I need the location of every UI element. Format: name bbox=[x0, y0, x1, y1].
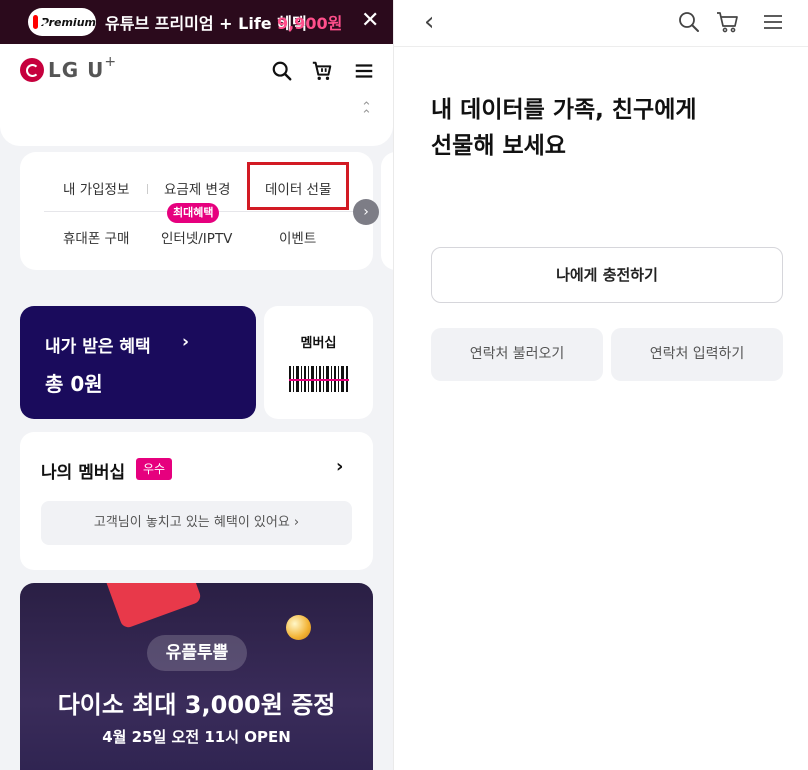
menu-icon[interactable] bbox=[761, 10, 785, 34]
header: LG U + ⌃ ⌃ bbox=[0, 44, 393, 146]
next-menu-card bbox=[381, 152, 393, 270]
lg-uplus-logo[interactable]: LG U + bbox=[20, 54, 116, 82]
event-banner[interactable]: 유플투쁠 다이소 최대 3,000원 증정 4월 25일 오전 11시 OPEN bbox=[20, 583, 373, 770]
charge-self-button[interactable]: 나에게 충전하기 bbox=[431, 247, 783, 303]
close-icon[interactable]: ✕ bbox=[361, 8, 379, 34]
chevron-right-icon[interactable]: › bbox=[336, 456, 343, 477]
membership-barcode-card[interactable]: 멤버십 bbox=[264, 306, 373, 419]
event-title: 다이소 최대 3,000원 증정 bbox=[57, 691, 336, 719]
menu-item-internet-iptv[interactable]: 인터넷/IPTV bbox=[161, 227, 232, 247]
data-gift-panel: ‹ 내 데이터를 가족, 친구에게 선물해 보세요 나에게 충전하기 연락처 불… bbox=[393, 0, 808, 770]
missed-benefit-button[interactable]: 고객님이 놓치고 있는 혜택이 있어요 › bbox=[41, 501, 352, 545]
max-benefit-badge: 최대혜택 bbox=[167, 203, 220, 223]
page-title-line2: 선물해 보세요 bbox=[431, 133, 566, 159]
chevron-right-icon[interactable]: › bbox=[353, 199, 379, 225]
coin-graphic bbox=[286, 615, 311, 640]
cart-icon[interactable] bbox=[311, 60, 333, 82]
header-divider bbox=[394, 46, 808, 47]
event-brand-pill: 유플투쁠 bbox=[147, 635, 247, 671]
menu-separator bbox=[147, 184, 148, 194]
benefit-title: 내가 받은 혜택 bbox=[45, 337, 151, 357]
main-page-panel: Premium 유튜브 프리미엄 + Life 혜택 9,900원 ✕ LG U… bbox=[0, 0, 393, 770]
youtube-icon bbox=[33, 15, 47, 29]
promo-banner[interactable]: Premium 유튜브 프리미엄 + Life 혜택 9,900원 ✕ bbox=[0, 0, 393, 44]
menu-item-plan-change[interactable]: 요금제 변경 bbox=[164, 178, 230, 198]
quick-menu: 내 가입정보 요금제 변경 데이터 선물 최대혜택 휴대폰 구매 인터넷/IPT… bbox=[20, 152, 373, 270]
promo-price: 9,900원 bbox=[277, 14, 343, 33]
collapse-chevron-up-icon[interactable]: ⌃ ⌃ bbox=[361, 101, 372, 122]
event-subtitle: 4월 25일 오전 11시 OPEN bbox=[102, 728, 291, 746]
youtube-premium-badge: Premium bbox=[28, 8, 96, 36]
back-arrow-icon[interactable]: ‹ bbox=[424, 8, 434, 36]
benefit-total: 총 0원 bbox=[45, 372, 103, 396]
card-graphic bbox=[101, 583, 203, 630]
menu-icon[interactable] bbox=[353, 60, 375, 82]
premium-label: Premium bbox=[40, 15, 96, 29]
chevron-right-icon: › bbox=[182, 332, 190, 352]
cart-icon[interactable] bbox=[716, 10, 740, 34]
menu-item-phone-purchase[interactable]: 휴대폰 구매 bbox=[63, 227, 129, 247]
enter-contact-button[interactable]: 연락처 입력하기 bbox=[611, 328, 783, 381]
barcode-icon bbox=[289, 366, 349, 392]
my-benefit-card[interactable]: 내가 받은 혜택 › 총 0원 bbox=[20, 306, 256, 419]
data-gift-highlight bbox=[247, 162, 349, 210]
membership-grade-badge: 우수 bbox=[136, 458, 173, 480]
logo-text: LG U bbox=[48, 58, 105, 82]
search-icon[interactable] bbox=[677, 10, 701, 34]
load-contacts-button[interactable]: 연락처 불러오기 bbox=[431, 328, 603, 381]
search-icon[interactable] bbox=[271, 60, 293, 82]
menu-item-my-info[interactable]: 내 가입정보 bbox=[63, 178, 129, 198]
membership-label: 멤버십 bbox=[300, 336, 337, 351]
logo-plus: + bbox=[104, 54, 117, 70]
page-title: 내 데이터를 가족, 친구에게 선물해 보세요 bbox=[431, 92, 697, 164]
my-membership-card[interactable]: 나의 멤버십 우수 › 고객님이 놓치고 있는 혜택이 있어요 › bbox=[20, 432, 373, 570]
my-membership-title: 나의 멤버십 bbox=[41, 463, 126, 483]
menu-item-event[interactable]: 이벤트 bbox=[279, 227, 316, 247]
page-title-line1: 내 데이터를 가족, 친구에게 bbox=[431, 97, 697, 123]
lg-logo-icon bbox=[20, 58, 44, 82]
